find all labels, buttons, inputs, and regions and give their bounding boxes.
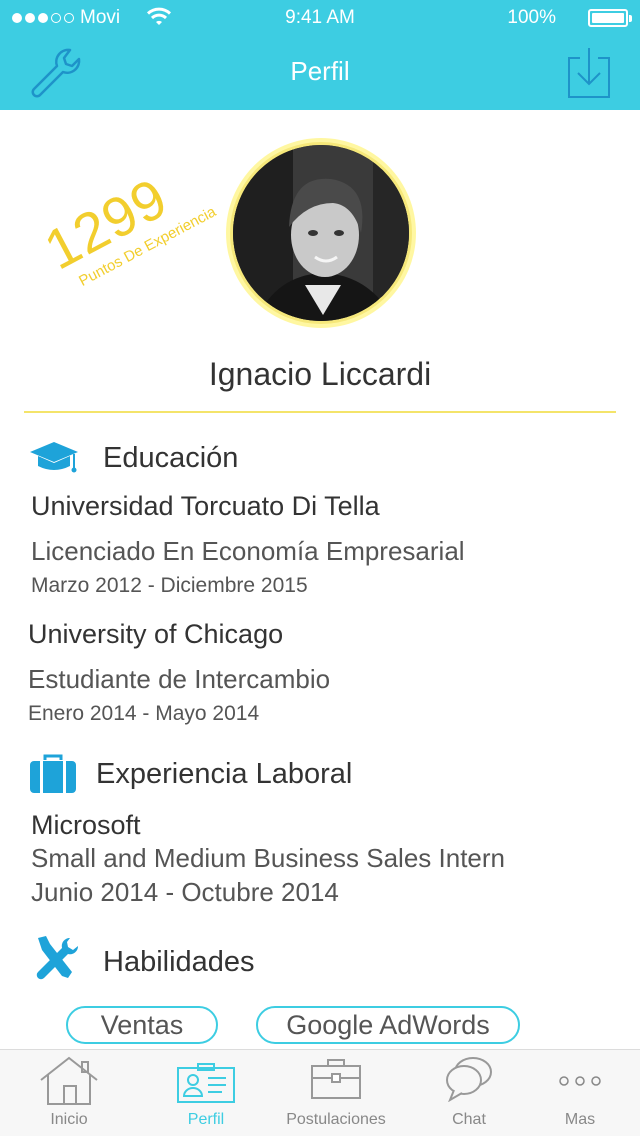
tab-label: Postulaciones bbox=[286, 1111, 386, 1128]
avatar-photo bbox=[233, 145, 409, 321]
tab-bar: Inicio Perfil Postulaciones Chat Mas bbox=[0, 1049, 640, 1136]
tab-label: Chat bbox=[452, 1111, 486, 1128]
education-school: Universidad Torcuato Di Tella bbox=[31, 491, 380, 521]
skill-chip[interactable]: Google AdWords bbox=[256, 1006, 520, 1044]
graduation-cap-icon bbox=[30, 442, 78, 473]
skill-chip[interactable]: Ventas bbox=[66, 1006, 218, 1044]
tab-label: Mas bbox=[564, 1111, 596, 1128]
experience-points: 1299 Puntos De Experiencia bbox=[20, 141, 235, 331]
tab-label: Perfil bbox=[187, 1111, 225, 1128]
education-school: University of Chicago bbox=[28, 619, 284, 649]
education-dates: Marzo 2012 - Diciembre 2015 bbox=[31, 574, 308, 597]
tab-inicio[interactable]: Inicio bbox=[20, 1050, 118, 1136]
experience-company: Microsoft bbox=[31, 810, 141, 840]
profile-card-icon bbox=[177, 1063, 235, 1103]
nav-header: Movi 9:41 AM 100% Perfil bbox=[0, 0, 640, 110]
tab-chat[interactable]: Chat bbox=[430, 1050, 508, 1136]
chat-bubbles-icon bbox=[446, 1057, 492, 1102]
page-title: Perfil bbox=[290, 56, 350, 86]
battery-icon bbox=[588, 9, 632, 27]
user-name: Ignacio Liccardi bbox=[208, 356, 432, 392]
tools-icon bbox=[36, 936, 79, 980]
education-degree: Licenciado En Economía Empresarial bbox=[31, 536, 465, 566]
experience-dates: Junio 2014 - Octubre 2014 bbox=[31, 877, 339, 907]
briefcase-icon bbox=[30, 754, 76, 793]
tab-postulaciones[interactable]: Postulaciones bbox=[276, 1050, 396, 1136]
home-icon bbox=[40, 1056, 98, 1105]
education-title: Educación bbox=[103, 442, 239, 474]
tab-perfil[interactable]: Perfil bbox=[160, 1050, 252, 1136]
briefcase-icon bbox=[311, 1059, 361, 1099]
tab-label: Inicio bbox=[50, 1111, 88, 1128]
battery-percent: 100% bbox=[507, 7, 556, 28]
download-icon[interactable] bbox=[566, 46, 612, 100]
tab-mas[interactable]: Mas bbox=[540, 1050, 620, 1136]
education-degree: Estudiante de Intercambio bbox=[28, 664, 331, 694]
avatar[interactable] bbox=[230, 142, 412, 324]
skills-title: Habilidades bbox=[103, 946, 255, 978]
experience-role: Small and Medium Business Sales Intern bbox=[31, 843, 506, 873]
more-dots-icon bbox=[559, 1076, 601, 1086]
education-dates: Enero 2014 - Mayo 2014 bbox=[28, 702, 260, 725]
experience-title: Experiencia Laboral bbox=[96, 758, 353, 790]
status-bar: Movi 9:41 AM 100% bbox=[0, 0, 640, 36]
profile-divider bbox=[24, 411, 616, 413]
